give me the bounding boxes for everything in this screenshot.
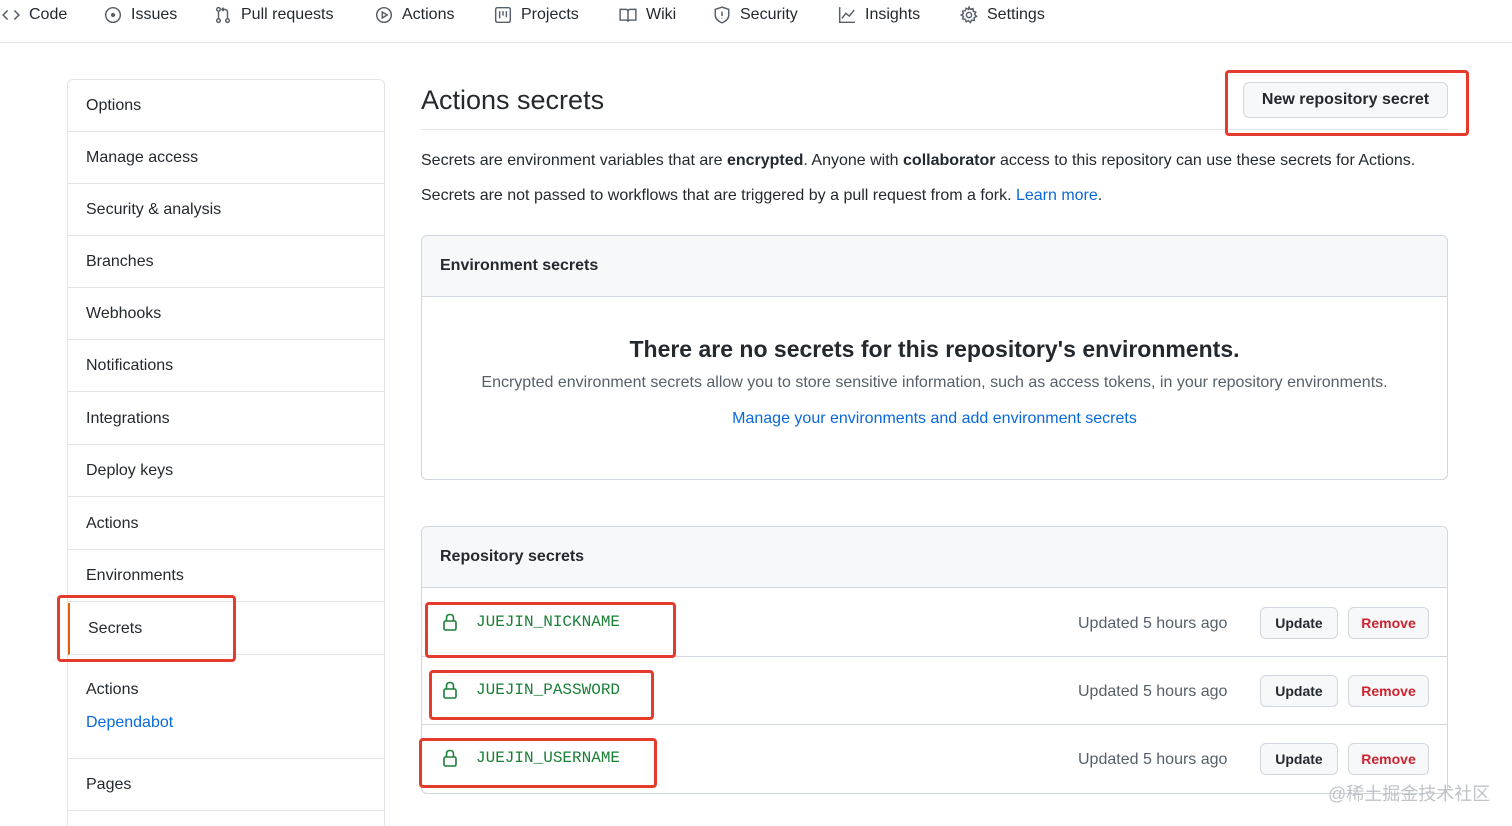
sidebar-item-actions[interactable]: Actions <box>68 498 384 550</box>
tab-label: Code <box>29 6 68 23</box>
manage-environments-link[interactable]: Manage your environments and add environ… <box>732 410 1137 427</box>
desc-text: access to this repository can use these … <box>995 152 1416 169</box>
fork-notice: Secrets are not passed to workflows that… <box>421 187 1102 205</box>
tab-projects[interactable]: Projects <box>494 4 579 26</box>
desc-text: Secrets are environment variables that a… <box>421 152 727 169</box>
tab-security[interactable]: Security <box>713 4 798 26</box>
tab-pull-requests[interactable]: Pull requests <box>214 4 334 26</box>
shield-icon <box>713 6 731 24</box>
tab-settings[interactable]: Settings <box>960 4 1045 26</box>
tab-label: Security <box>740 6 798 23</box>
fork-notice-end: . <box>1097 187 1103 204</box>
code-icon <box>2 6 20 24</box>
secret-updated-time: Updated 5 hours ago <box>1078 683 1228 700</box>
sidebar-item-webhooks[interactable]: Webhooks <box>68 288 384 340</box>
sidebar-item-options[interactable]: Options <box>68 80 384 132</box>
sidebar-group-title: Actions <box>86 681 139 698</box>
remove-secret-button[interactable]: Remove <box>1348 743 1429 775</box>
sidebar-item-label: Integrations <box>86 409 170 427</box>
lock-icon <box>443 749 457 767</box>
desc-bold-collaborator: collaborator <box>903 152 996 169</box>
tab-label: Issues <box>131 6 178 23</box>
issue-icon <box>104 6 122 24</box>
sidebar-item-label: Deploy keys <box>86 461 174 479</box>
sidebar-item-secrets[interactable]: Secrets <box>68 603 384 655</box>
remove-secret-button[interactable]: Remove <box>1348 675 1429 707</box>
sidebar-group-actions: Actions Dependabot <box>68 655 384 759</box>
sidebar-item-label: Secrets <box>88 619 143 637</box>
new-repository-secret-button[interactable]: New repository secret <box>1243 82 1448 118</box>
sidebar-item-integrations[interactable]: Integrations <box>68 393 384 445</box>
blankslate-title: There are no secrets for this repository… <box>629 336 1240 362</box>
repository-secrets-box: Repository secrets JUEJIN_NICKNAME Updat… <box>421 526 1448 794</box>
environment-secrets-box: Environment secrets There are no secrets… <box>421 235 1448 480</box>
learn-more-link[interactable]: Learn more <box>1016 187 1098 204</box>
tab-insights[interactable]: Insights <box>838 4 920 26</box>
book-icon <box>619 6 637 24</box>
gear-icon <box>960 6 978 24</box>
sidebar-item-deploy-keys[interactable]: Deploy keys <box>68 445 384 497</box>
sidebar-item-branches[interactable]: Branches <box>68 236 384 288</box>
sidebar-item-label: Webhooks <box>86 304 162 322</box>
secret-updated-time: Updated 5 hours ago <box>1078 751 1228 768</box>
tab-label: Settings <box>987 6 1045 23</box>
pull-request-icon <box>214 6 232 24</box>
tab-actions[interactable]: Actions <box>375 4 454 26</box>
sidebar-item-label: Manage access <box>86 148 199 166</box>
page-title: Actions secrets <box>421 85 605 115</box>
blankslate-description: Encrypted environment secrets allow you … <box>481 374 1388 391</box>
sidebar-item-label: Options <box>86 96 142 114</box>
graph-icon <box>838 6 856 24</box>
desc-text: . Anyone with <box>803 152 904 169</box>
repo-nav: Code Issues Pull requests Actions Projec… <box>0 0 1512 43</box>
sidebar-item-label: Actions <box>86 514 139 532</box>
sidebar-item-label: Branches <box>86 252 154 270</box>
lock-icon <box>443 613 457 631</box>
remove-secret-button[interactable]: Remove <box>1348 607 1429 639</box>
secret-updated-time: Updated 5 hours ago <box>1078 615 1228 632</box>
sidebar-item-label: Security & analysis <box>86 200 222 218</box>
update-secret-button[interactable]: Update <box>1260 743 1338 775</box>
update-secret-button[interactable]: Update <box>1260 675 1338 707</box>
secret-row: JUEJIN_USERNAME Updated 5 hours ago Upda… <box>422 725 1447 793</box>
secret-row: JUEJIN_NICKNAME Updated 5 hours ago Upda… <box>422 589 1447 657</box>
watermark: @稀土掘金技术社区 <box>1328 784 1491 804</box>
secret-name: JUEJIN_PASSWORD <box>476 681 621 699</box>
sidebar-item-notifications[interactable]: Notifications <box>68 340 384 392</box>
sidebar-item-dependabot[interactable]: Dependabot <box>86 714 173 732</box>
project-icon <box>494 6 512 24</box>
settings-sidebar: Options Manage access Security & analysi… <box>67 79 385 826</box>
sidebar-item-security-analysis[interactable]: Security & analysis <box>68 184 384 236</box>
sidebar-item-label: Notifications <box>86 356 174 374</box>
environment-secrets-header: Environment secrets <box>422 236 1447 297</box>
desc-bold-encrypted: encrypted <box>726 152 804 169</box>
fork-notice-text: Secrets are not passed to workflows that… <box>421 187 1016 204</box>
tab-label: Projects <box>521 6 579 23</box>
sidebar-item-pages[interactable]: Pages <box>68 759 384 811</box>
sidebar-item-environments[interactable]: Environments <box>68 550 384 602</box>
tab-code[interactable]: Code <box>2 4 67 26</box>
tab-label: Actions <box>402 6 455 23</box>
repository-secrets-header: Repository secrets <box>422 527 1447 588</box>
play-icon <box>375 6 393 24</box>
update-secret-button[interactable]: Update <box>1260 607 1338 639</box>
lock-icon <box>443 681 457 699</box>
tab-wiki[interactable]: Wiki <box>619 4 676 26</box>
tab-label: Insights <box>865 6 921 23</box>
tab-label: Pull requests <box>241 6 334 23</box>
secret-name: JUEJIN_USERNAME <box>476 749 621 767</box>
secrets-description: Secrets are environment variables that a… <box>421 152 1415 170</box>
sidebar-item-manage-access[interactable]: Manage access <box>68 132 384 184</box>
secret-name: JUEJIN_NICKNAME <box>476 613 621 631</box>
sidebar-item-label: Pages <box>86 775 132 793</box>
secret-row: JUEJIN_PASSWORD Updated 5 hours ago Upda… <box>422 657 1447 725</box>
tab-label: Wiki <box>646 6 677 23</box>
sidebar-item-label: Environments <box>86 566 184 584</box>
tab-issues[interactable]: Issues <box>104 4 177 26</box>
title-divider <box>421 129 1448 130</box>
